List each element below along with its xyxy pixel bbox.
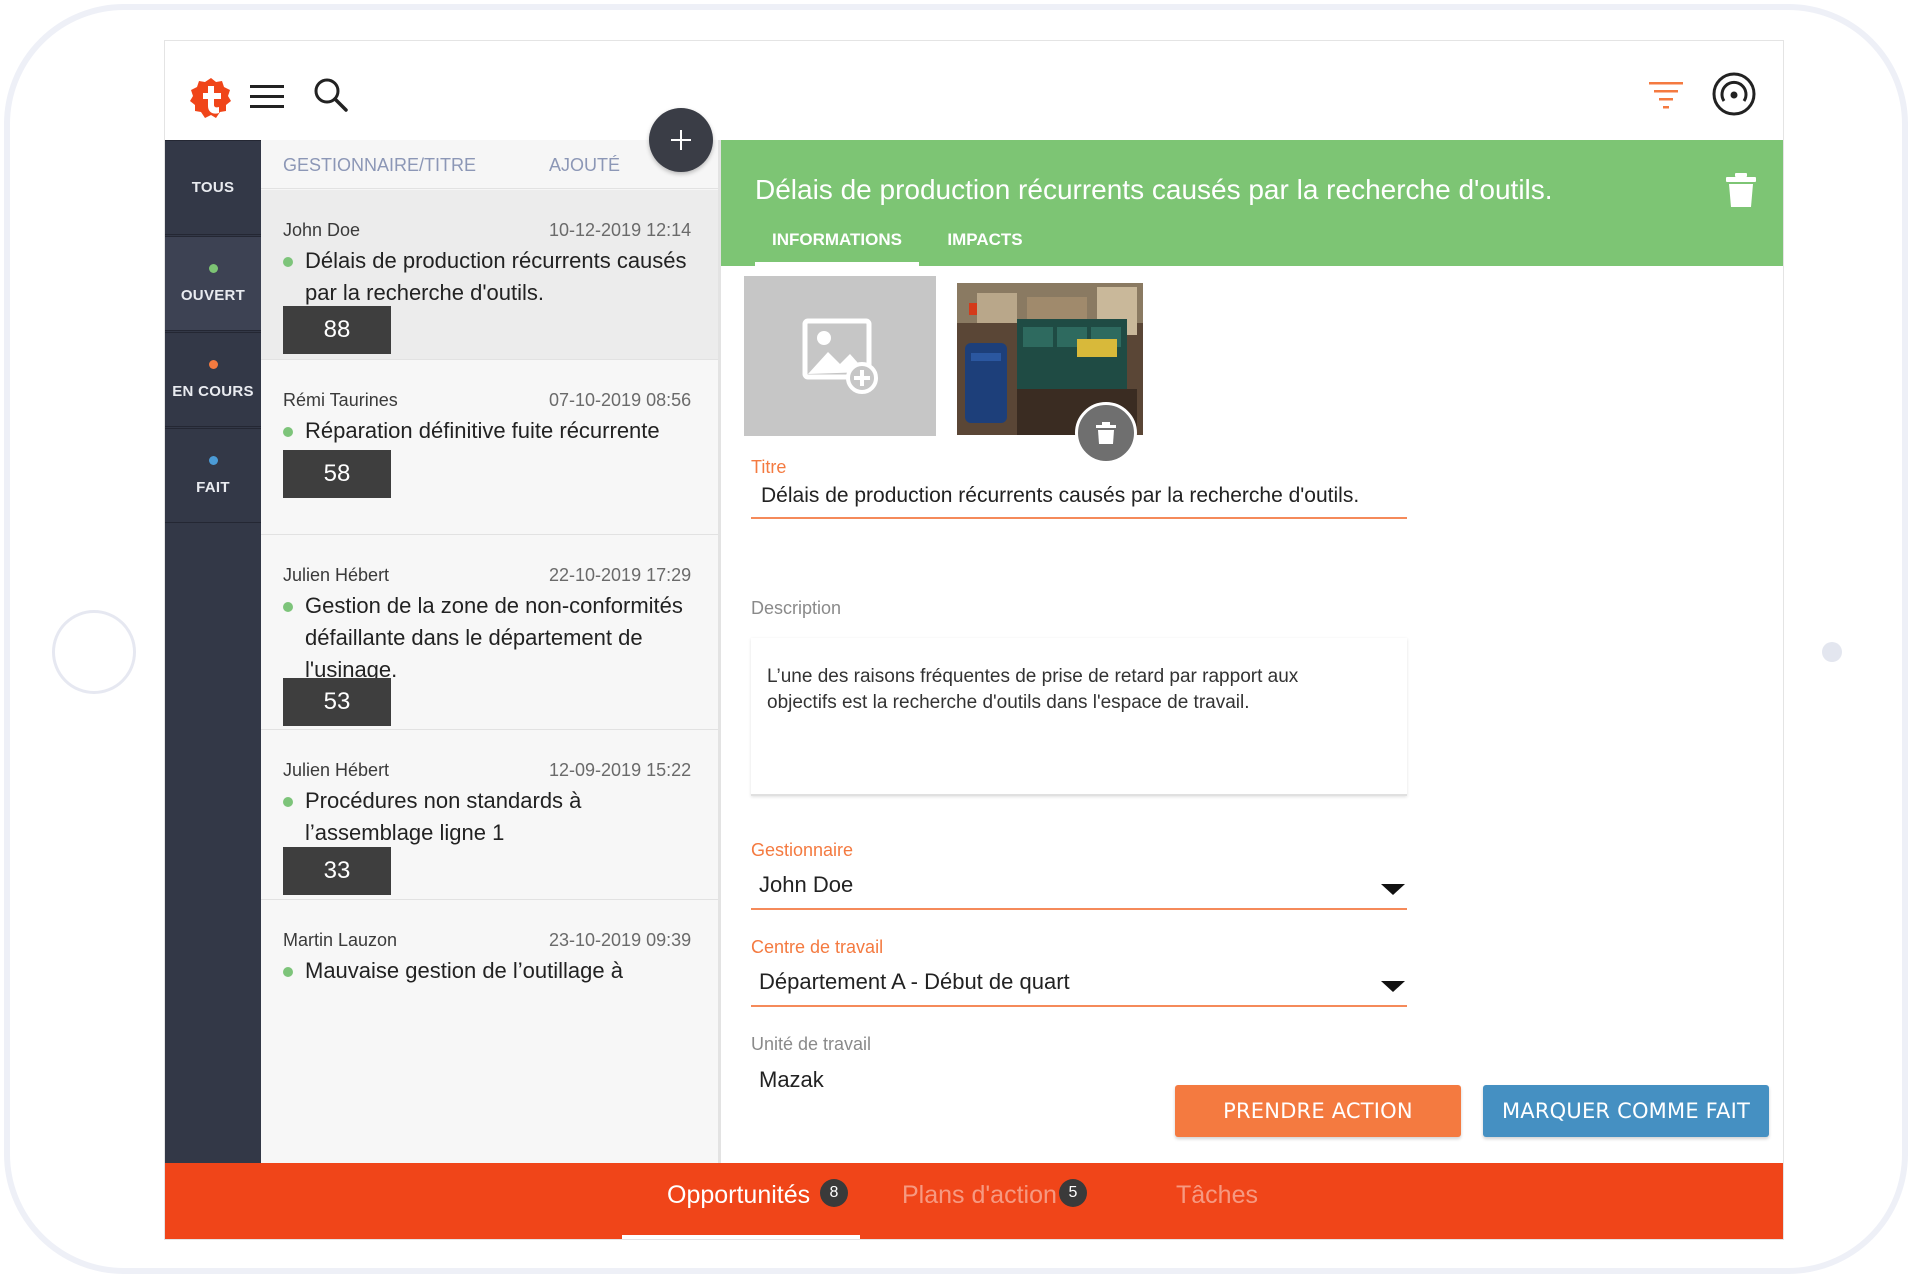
list-item[interactable]: John Doe 10-12-2019 12:14 Délais de prod…: [261, 190, 718, 360]
list-item-manager: John Doe: [283, 220, 361, 240]
status-dot-green: [283, 967, 293, 977]
list-item-manager: Julien Hébert: [283, 565, 390, 585]
unite-travail-select[interactable]: Mazak: [759, 1067, 824, 1093]
add-image-icon: [802, 318, 878, 394]
field-label-description: Description: [751, 598, 842, 618]
list-item-date: 07-10-2019 08:56: [549, 390, 692, 410]
detail-panel: Délais de production récurrents causés p…: [721, 140, 1783, 1170]
list-item-score: 58: [283, 450, 391, 498]
list-item[interactable]: Julien Hébert 22-10-2019 17:29 Gestion d…: [261, 535, 718, 730]
hamburger-menu-icon[interactable]: [250, 83, 284, 111]
list-item-title-text: Procédures non standards à l’assemblage …: [305, 788, 582, 845]
opportunites-count-badge: 8: [820, 1179, 848, 1207]
list-item-title-text: Mauvaise gestion de l’outillage à: [305, 958, 623, 983]
status-filter-en-cours[interactable]: EN COURS: [165, 332, 261, 427]
status-label: EN COURS: [172, 382, 254, 400]
trash-icon[interactable]: [1725, 172, 1757, 208]
status-dot-green: [208, 263, 218, 273]
filter-icon[interactable]: [1649, 79, 1683, 111]
centre-travail-select[interactable]: Département A - Début de quart: [759, 969, 1070, 995]
list-item-date: 23-10-2019 09:39: [549, 930, 692, 950]
column-header-added[interactable]: AJOUTÉ: [549, 155, 620, 176]
top-bar: [165, 41, 1783, 140]
status-label: FAIT: [196, 478, 230, 496]
plus-icon: [671, 130, 691, 150]
list-item[interactable]: Rémi Taurines 07-10-2019 08:56 Réparatio…: [261, 360, 718, 535]
status-dot-green: [283, 427, 293, 437]
column-header-title[interactable]: GESTIONNAIRE/TITRE: [283, 155, 476, 176]
field-label-centre: Centre de travail: [751, 937, 884, 957]
list-item-manager: Martin Lauzon: [283, 930, 398, 950]
delete-photo-button[interactable]: [1075, 402, 1137, 464]
chevron-down-icon[interactable]: [1381, 882, 1405, 896]
bottom-navigation: Opportunités 8 Plans d'action 5 Tâches: [165, 1163, 1783, 1239]
status-dot-green: [283, 257, 293, 267]
tab-impacts[interactable]: IMPACTS: [935, 224, 1035, 266]
mark-done-button[interactable]: MARQUER COMME FAIT: [1483, 1085, 1769, 1137]
tab-opportunites[interactable]: Opportunités: [667, 1181, 810, 1210]
list-item-title: Réparation définitive fuite récurrente: [283, 415, 703, 447]
titre-field[interactable]: Délais de production récurrents causés p…: [761, 484, 1359, 508]
list-item-title: Mauvaise gestion de l’outillage à: [283, 955, 703, 987]
description-field[interactable]: L’une des raisons fréquentes de prise de…: [751, 638, 1407, 796]
chevron-down-icon[interactable]: [1381, 979, 1405, 993]
detail-header: Délais de production récurrents causés p…: [721, 140, 1783, 266]
gestionnaire-select[interactable]: John Doe: [759, 872, 853, 898]
list-item-date: 10-12-2019 12:14: [549, 220, 692, 240]
list-item-manager: Julien Hébert: [283, 760, 390, 780]
add-opportunity-button[interactable]: [649, 108, 713, 172]
status-filter-fait[interactable]: FAIT: [165, 428, 261, 523]
status-filter-tous[interactable]: TOUS: [165, 140, 261, 235]
titre-field-underline: [751, 517, 1407, 519]
list-item-title-text: Gestion de la zone de non-conformités dé…: [305, 593, 683, 682]
tab-informations[interactable]: INFORMATIONS: [755, 224, 919, 266]
status-label: OUVERT: [180, 286, 246, 304]
search-icon[interactable]: [313, 77, 349, 113]
tablet-camera: [1822, 642, 1842, 662]
list-item-title-text: Réparation définitive fuite récurrente: [305, 418, 660, 443]
status-dot-blue: [208, 455, 218, 465]
description-text: L’une des raisons fréquentes de prise de…: [767, 666, 1299, 713]
list-item-date: 12-09-2019 15:22: [549, 760, 692, 780]
list-item-title: Gestion de la zone de non-conformités dé…: [283, 590, 703, 686]
tab-plans-action[interactable]: Plans d'action: [902, 1181, 1057, 1210]
list-item-score: 53: [283, 678, 391, 726]
centre-travail-underline: [751, 1005, 1407, 1007]
list-item[interactable]: Martin Lauzon 23-10-2019 09:39 Mauvaise …: [261, 900, 718, 1170]
list-item-score: 33: [283, 847, 391, 895]
active-tab-indicator: [622, 1235, 860, 1239]
list-item-score: 88: [283, 306, 391, 354]
list-item-title-text: Délais de production récurrents causés p…: [305, 248, 687, 305]
list-item-manager: Rémi Taurines: [283, 390, 398, 410]
logo-icon: [190, 78, 231, 118]
status-dot-green: [283, 797, 293, 807]
field-label-gestionnaire: Gestionnaire: [751, 840, 854, 860]
status-label: TOUS: [191, 179, 235, 196]
add-photo-button[interactable]: [744, 276, 936, 436]
status-dot-orange: [208, 359, 218, 369]
connection-signal-icon[interactable]: [1711, 71, 1757, 117]
tab-taches[interactable]: Tâches: [1176, 1181, 1258, 1210]
tablet-home-button: [52, 610, 136, 694]
gestionnaire-underline: [751, 908, 1407, 910]
list-item[interactable]: Julien Hébert 12-09-2019 15:22 Procédure…: [261, 730, 718, 900]
opportunity-list: GESTIONNAIRE/TITRE AJOUTÉ John Doe 10-12…: [261, 140, 721, 1170]
trash-icon: [1096, 422, 1116, 444]
list-item-date: 22-10-2019 17:29: [549, 565, 692, 585]
take-action-button[interactable]: PRENDRE ACTION: [1175, 1085, 1461, 1137]
list-item-title: Procédures non standards à l’assemblage …: [283, 785, 703, 849]
field-label-titre: Titre: [751, 457, 787, 477]
status-filter-ouvert[interactable]: OUVERT: [165, 236, 261, 331]
status-dot-green: [283, 602, 293, 612]
list-item-title: Délais de production récurrents causés p…: [283, 245, 703, 309]
status-sidebar: TOUS OUVERT EN COURS FAIT: [165, 140, 261, 1170]
app-screen: TOUS OUVERT EN COURS FAIT GESTIONNAIRE/T…: [164, 40, 1784, 1240]
field-label-unite: Unité de travail: [751, 1034, 872, 1054]
plans-action-count-badge: 5: [1059, 1179, 1087, 1207]
detail-title: Délais de production récurrents causés p…: [755, 174, 1553, 205]
